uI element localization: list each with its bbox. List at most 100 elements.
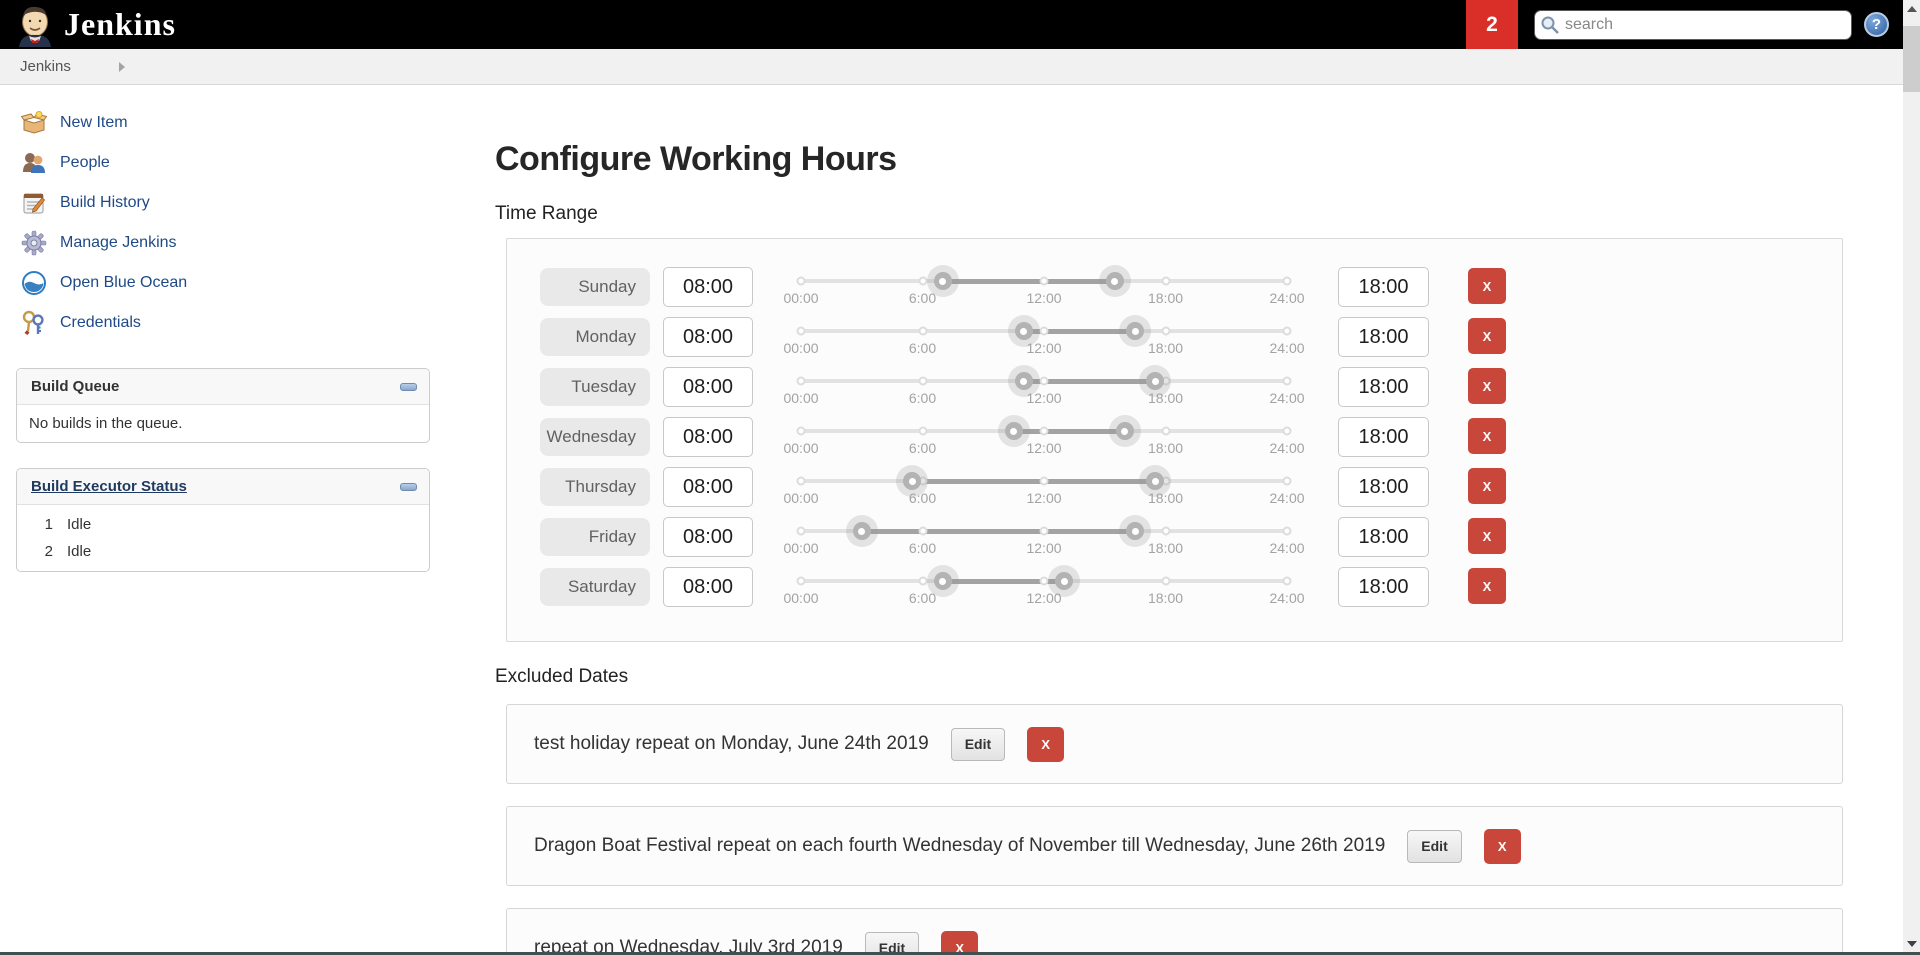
start-time-input[interactable]	[663, 367, 753, 407]
slider-tick-dot	[1282, 426, 1292, 436]
sidebar: New Item People Build History Manage Jen…	[0, 85, 430, 954]
executor-row: 1 Idle	[17, 511, 429, 538]
time-slider[interactable]: 00:00 6:00 12:00 18:00 24:00	[783, 366, 1305, 412]
start-time-input[interactable]	[663, 567, 753, 607]
end-time-input[interactable]	[1338, 367, 1429, 407]
time-range-row: Friday 00:00 6:00 12:00 18:00 24:00 X	[507, 516, 1842, 566]
slider-tick-dot	[1161, 276, 1170, 286]
vertical-scrollbar[interactable]	[1903, 0, 1920, 952]
remove-day-button[interactable]: X	[1468, 368, 1506, 404]
end-time-input[interactable]	[1338, 417, 1429, 457]
slider-tick-label: 12:00	[1026, 440, 1062, 456]
breadcrumb-item-jenkins[interactable]: Jenkins	[20, 58, 71, 75]
scroll-down-arrow-icon[interactable]	[1903, 935, 1920, 952]
end-time-input[interactable]	[1338, 517, 1429, 557]
remove-day-button[interactable]: X	[1468, 568, 1506, 604]
slider-end-handle[interactable]	[1115, 422, 1134, 440]
breadcrumb-chevron-icon[interactable]	[118, 61, 125, 72]
slider-end-handle[interactable]	[1126, 322, 1145, 340]
scroll-up-arrow-icon[interactable]	[1903, 0, 1920, 17]
slider-tick-dot	[796, 276, 806, 286]
help-icon[interactable]: ?	[1864, 12, 1889, 37]
slider-start-handle[interactable]	[852, 522, 871, 540]
slider-tick-label: 12:00	[1026, 590, 1062, 606]
slider-tick-dot	[1039, 426, 1049, 436]
search-input[interactable]	[1534, 9, 1852, 40]
slider-tick-dot	[1282, 476, 1292, 486]
slider-end-handle[interactable]	[1105, 272, 1124, 290]
slider-tick-label: 18:00	[1147, 340, 1184, 356]
remove-day-button[interactable]: X	[1468, 468, 1506, 504]
start-time-input[interactable]	[663, 467, 753, 507]
slider-end-handle[interactable]	[1146, 472, 1165, 490]
remove-excluded-date-button[interactable]: X	[1027, 726, 1065, 762]
day-label: Sunday	[540, 268, 650, 306]
time-slider[interactable]: 00:00 6:00 12:00 18:00 24:00	[783, 266, 1305, 312]
collapse-icon[interactable]	[400, 382, 417, 391]
sidebar-item-open-blue-ocean[interactable]: Open Blue Ocean	[0, 263, 430, 303]
slider-end-handle[interactable]	[1126, 522, 1145, 540]
slider-start-handle[interactable]	[1014, 322, 1033, 340]
slider-start-handle[interactable]	[933, 572, 952, 590]
end-time-input[interactable]	[1338, 317, 1429, 357]
sidebar-item-manage-jenkins[interactable]: Manage Jenkins	[0, 223, 430, 263]
start-time-input[interactable]	[663, 417, 753, 457]
remove-day-button[interactable]: X	[1468, 418, 1506, 454]
slider-tick-label: 18:00	[1147, 390, 1184, 406]
slider-selected-range[interactable]	[912, 478, 1156, 484]
remove-day-button[interactable]: X	[1468, 518, 1506, 554]
end-time-input[interactable]	[1338, 267, 1429, 307]
remove-day-button[interactable]: X	[1468, 268, 1506, 304]
collapse-icon[interactable]	[400, 482, 417, 491]
time-slider[interactable]: 00:00 6:00 12:00 18:00 24:00	[783, 516, 1305, 562]
sidebar-item-new-item[interactable]: New Item	[0, 103, 430, 143]
slider-start-handle[interactable]	[1014, 372, 1033, 390]
sidebar-item-build-history[interactable]: Build History	[0, 183, 430, 223]
end-time-input[interactable]	[1338, 467, 1429, 507]
slider-selected-range[interactable]	[1013, 428, 1125, 434]
time-slider[interactable]: 00:00 6:00 12:00 18:00 24:00	[783, 466, 1305, 512]
slider-selected-range[interactable]	[861, 528, 1136, 534]
slider-tick-dot	[1039, 276, 1049, 286]
slider-tick-dot	[1039, 326, 1049, 336]
slider-tick-label: 00:00	[783, 590, 819, 606]
slider-selected-range[interactable]	[942, 278, 1115, 284]
slider-start-handle[interactable]	[933, 272, 952, 290]
slider-start-handle[interactable]	[903, 472, 922, 490]
build-queue-panel: Build Queue No builds in the queue.	[16, 368, 430, 443]
blue-ocean-icon	[20, 269, 48, 297]
remove-excluded-date-button[interactable]: X	[1483, 828, 1521, 864]
start-time-input[interactable]	[663, 317, 753, 357]
time-slider[interactable]: 00:00 6:00 12:00 18:00 24:00	[783, 316, 1305, 362]
excluded-dates-label: Excluded Dates	[495, 666, 629, 687]
sidebar-item-credentials[interactable]: Credentials	[0, 303, 430, 343]
slider-tick-label: 24:00	[1269, 440, 1305, 456]
edit-excluded-date-button[interactable]: Edit	[1407, 829, 1462, 863]
slider-tick-label: 6:00	[908, 490, 937, 506]
day-label: Wednesday	[540, 418, 650, 456]
end-time-input[interactable]	[1338, 567, 1429, 607]
slider-start-handle[interactable]	[1004, 422, 1023, 440]
jenkins-home-link[interactable]: Jenkins	[16, 3, 176, 47]
scrollbar-thumb[interactable]	[1903, 26, 1920, 92]
build-executor-status-panel: Build Executor Status 1 Idle 2 Idle	[16, 468, 430, 572]
start-time-input[interactable]	[663, 267, 753, 307]
build-executor-status-link[interactable]: Build Executor Status	[31, 478, 187, 495]
jenkins-butler-logo	[19, 6, 51, 47]
slider-end-handle[interactable]	[1146, 372, 1165, 390]
slider-tick-dot	[1161, 426, 1170, 436]
slider-tick-dot	[1282, 376, 1292, 386]
time-slider[interactable]: 00:00 6:00 12:00 18:00 24:00	[783, 566, 1305, 612]
slider-tick-label: 12:00	[1026, 490, 1062, 506]
time-slider[interactable]: 00:00 6:00 12:00 18:00 24:00	[783, 416, 1305, 462]
new-item-icon	[20, 109, 48, 137]
slider-tick-dot	[1161, 576, 1170, 586]
slider-end-handle[interactable]	[1055, 572, 1074, 590]
sidebar-item-people[interactable]: People	[0, 143, 430, 183]
start-time-input[interactable]	[663, 517, 753, 557]
edit-excluded-date-button[interactable]: Edit	[950, 727, 1006, 761]
admin-monitor-badge[interactable]: 2	[1466, 0, 1518, 49]
remove-day-button[interactable]: X	[1468, 318, 1506, 354]
slider-tick-dot	[1161, 526, 1170, 536]
time-range-row: Sunday 00:00 6:00 12:00 18:00 24:00 X	[507, 266, 1842, 316]
